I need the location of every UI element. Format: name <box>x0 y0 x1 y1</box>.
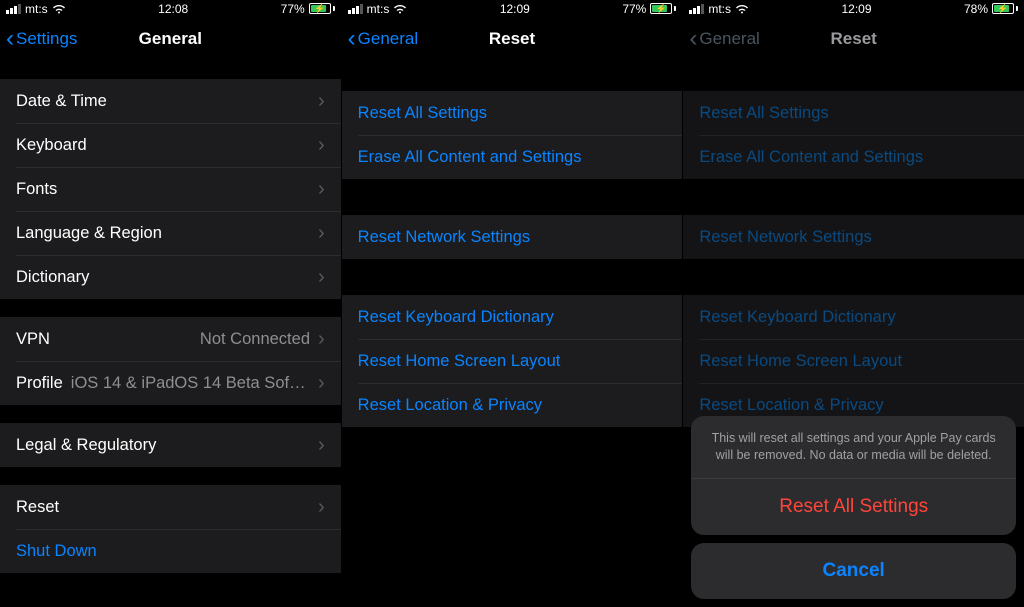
signal-icon <box>6 4 21 14</box>
row-reset-all-settings[interactable]: Reset All Settings <box>342 91 683 135</box>
row-reset-location-privacy[interactable]: Reset Location & Privacy <box>342 383 683 427</box>
row-date-time[interactable]: Date & Time› <box>0 79 341 123</box>
back-button[interactable]: ‹ General <box>348 27 418 51</box>
row-shut-down[interactable]: Shut Down <box>0 529 341 573</box>
back-label: General <box>699 29 759 49</box>
sheet-cancel-button[interactable]: Cancel <box>691 543 1016 599</box>
row-reset-keyboard-dict: Reset Keyboard Dictionary <box>683 295 1024 339</box>
battery-icon: ⚡ <box>309 3 335 14</box>
carrier-label: mt:s <box>367 2 390 16</box>
chevron-right-icon: › <box>318 266 325 289</box>
carrier-label: mt:s <box>708 2 731 16</box>
row-reset-network[interactable]: Reset Network Settings <box>342 215 683 259</box>
row-vpn[interactable]: VPNNot Connected› <box>0 317 341 361</box>
chevron-right-icon: › <box>318 90 325 113</box>
signal-icon <box>689 4 704 14</box>
sheet-reset-all-button[interactable]: Reset All Settings <box>691 479 1016 535</box>
sheet-message: This will reset all settings and your Ap… <box>691 416 1016 478</box>
vpn-status: Not Connected <box>200 330 310 349</box>
nav-bar: ‹ Settings General <box>0 17 341 61</box>
row-profile[interactable]: ProfileiOS 14 & iPadOS 14 Beta Softwar..… <box>0 361 341 405</box>
battery-pct: 77% <box>622 2 646 16</box>
status-bar: mt:s 12:09 77% ⚡ <box>342 0 683 17</box>
chevron-right-icon: › <box>318 496 325 519</box>
signal-icon <box>348 4 363 14</box>
row-dictionary[interactable]: Dictionary› <box>0 255 341 299</box>
back-label: General <box>358 29 418 49</box>
row-erase-all[interactable]: Erase All Content and Settings <box>342 135 683 179</box>
row-language-region[interactable]: Language & Region› <box>0 211 341 255</box>
row-reset-all-settings: Reset All Settings <box>683 91 1024 135</box>
row-fonts[interactable]: Fonts› <box>0 167 341 211</box>
chevron-left-icon: ‹ <box>6 27 14 51</box>
carrier-label: mt:s <box>25 2 48 16</box>
wifi-icon <box>735 4 749 14</box>
chevron-left-icon: ‹ <box>348 27 356 51</box>
back-label: Settings <box>16 29 77 49</box>
chevron-right-icon: › <box>318 222 325 245</box>
panel-general: mt:s 12:08 77% ⚡ ‹ Settings General Date… <box>0 0 341 607</box>
chevron-right-icon: › <box>318 434 325 457</box>
chevron-right-icon: › <box>318 372 325 395</box>
action-sheet: This will reset all settings and your Ap… <box>691 416 1016 599</box>
clock: 12:08 <box>158 2 188 16</box>
row-reset[interactable]: Reset› <box>0 485 341 529</box>
back-button: ‹ General <box>689 27 759 51</box>
wifi-icon <box>393 4 407 14</box>
row-keyboard[interactable]: Keyboard› <box>0 123 341 167</box>
panel-reset: mt:s 12:09 77% ⚡ ‹ General Reset Reset A… <box>341 0 683 607</box>
panel-reset-confirm: mt:s 12:09 78% ⚡ ‹ General Reset Reset A… <box>682 0 1024 607</box>
battery-pct: 77% <box>281 2 305 16</box>
battery-pct: 78% <box>964 2 988 16</box>
profile-value: iOS 14 & iPadOS 14 Beta Softwar... <box>71 374 310 393</box>
nav-bar: ‹ General Reset <box>683 17 1024 61</box>
row-legal-regulatory[interactable]: Legal & Regulatory› <box>0 423 341 467</box>
nav-bar: ‹ General Reset <box>342 17 683 61</box>
row-erase-all: Erase All Content and Settings <box>683 135 1024 179</box>
status-bar: mt:s 12:09 78% ⚡ <box>683 0 1024 17</box>
status-bar: mt:s 12:08 77% ⚡ <box>0 0 341 17</box>
wifi-icon <box>52 4 66 14</box>
battery-icon: ⚡ <box>992 3 1018 14</box>
chevron-left-icon: ‹ <box>689 27 697 51</box>
battery-icon: ⚡ <box>650 3 676 14</box>
clock: 12:09 <box>841 2 871 16</box>
chevron-right-icon: › <box>318 178 325 201</box>
row-reset-home-layout[interactable]: Reset Home Screen Layout <box>342 339 683 383</box>
clock: 12:09 <box>500 2 530 16</box>
row-reset-home-layout: Reset Home Screen Layout <box>683 339 1024 383</box>
chevron-right-icon: › <box>318 134 325 157</box>
row-reset-keyboard-dict[interactable]: Reset Keyboard Dictionary <box>342 295 683 339</box>
row-reset-network: Reset Network Settings <box>683 215 1024 259</box>
chevron-right-icon: › <box>318 328 325 351</box>
back-button[interactable]: ‹ Settings <box>6 27 77 51</box>
